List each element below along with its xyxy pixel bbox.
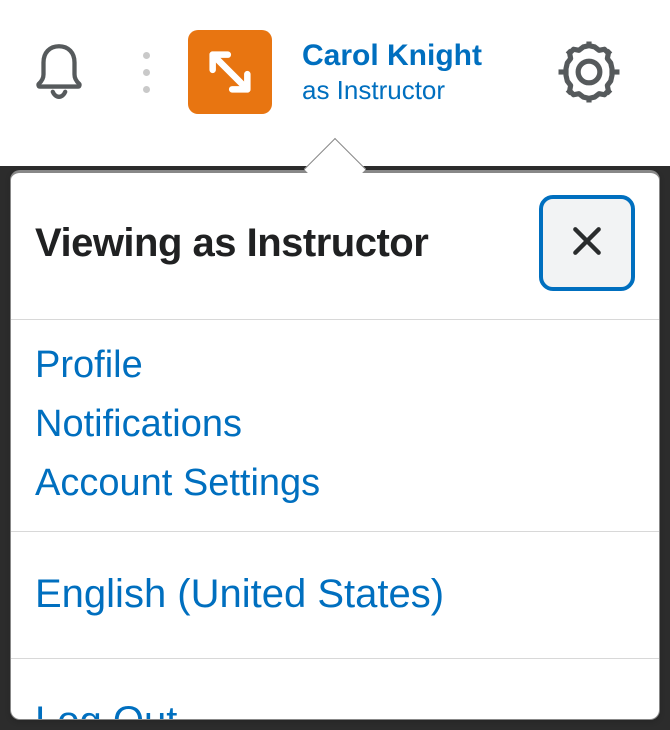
user-role-line: as Instructor — [302, 76, 482, 105]
user-name: Carol Knight — [302, 39, 482, 72]
menu-section-language: English (United States) — [11, 532, 659, 659]
more-vertical-icon[interactable] — [138, 52, 154, 93]
menu-item-notifications[interactable]: Notifications — [35, 395, 635, 454]
menu-item-logout[interactable]: Log Out — [35, 675, 635, 720]
user-popover: Viewing as Instructor Profile Notificati… — [10, 170, 660, 720]
menu-section-logout: Log Out — [11, 659, 659, 720]
menu-section-account: Profile Notifications Account Settings — [11, 320, 659, 532]
menu-item-account-settings[interactable]: Account Settings — [35, 454, 635, 513]
gear-icon[interactable] — [558, 41, 620, 103]
user-block[interactable]: Carol Knight as Instructor — [302, 39, 482, 105]
role-switch-icon[interactable] — [188, 30, 272, 114]
menu-item-language[interactable]: English (United States) — [35, 548, 635, 640]
close-icon — [567, 221, 607, 266]
popover-title: Viewing as Instructor — [35, 221, 428, 266]
top-bar: Carol Knight as Instructor — [0, 0, 670, 144]
menu-item-profile[interactable]: Profile — [35, 336, 635, 395]
bell-icon[interactable] — [30, 41, 88, 103]
close-button[interactable] — [539, 195, 635, 291]
